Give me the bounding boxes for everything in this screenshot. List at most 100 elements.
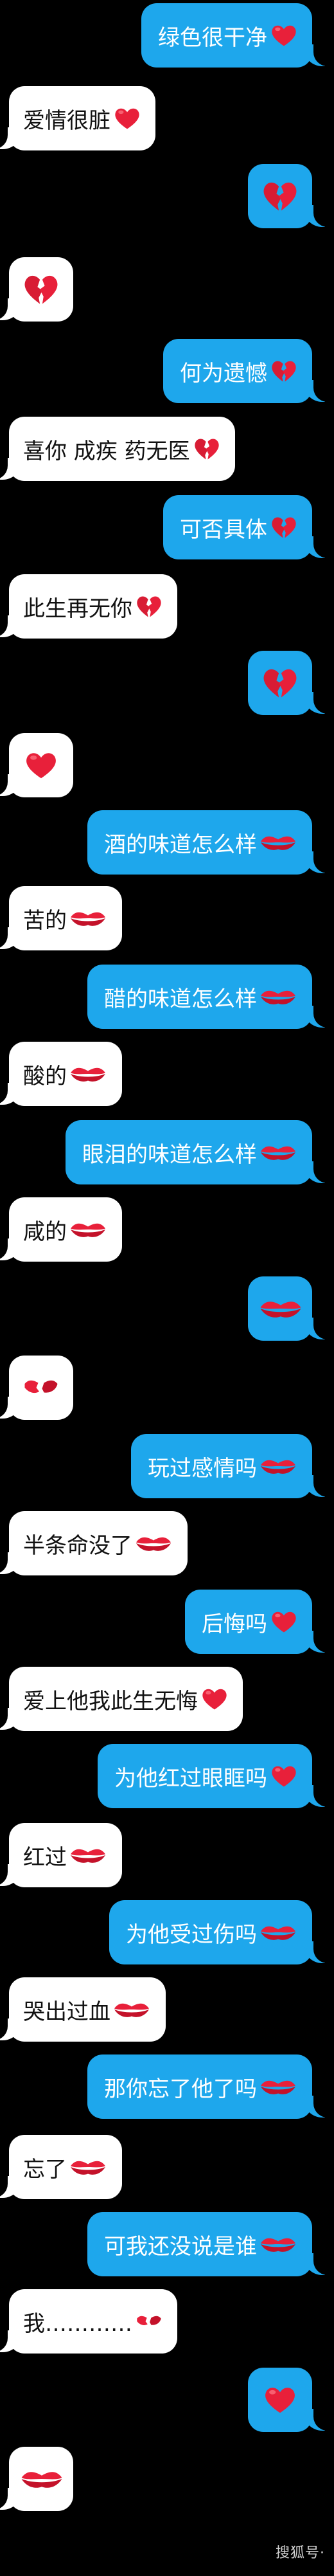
message-text: 酸的 [23, 1063, 67, 1089]
message-text: 爱上他我此生无悔 [23, 1688, 198, 1714]
sent-message-row: 绿色很干净 [0, 3, 334, 68]
watermark: 搜狐号· [276, 2545, 325, 2561]
received-bubble[interactable]: 爱情很脏 [9, 86, 155, 150]
received-message-row [0, 2447, 334, 2511]
sent-bubble[interactable]: 为他红过眼眶吗 [98, 1744, 312, 1808]
message-text: 玩过感情吗 [148, 1455, 257, 1482]
received-bubble[interactable]: 苦的 [9, 886, 122, 950]
lips-icon [110, 2000, 152, 2019]
received-bubble[interactable] [9, 1356, 73, 1420]
lips-icon [67, 1846, 108, 1865]
sent-message-row: 为他红过眼眶吗 [0, 1744, 334, 1808]
received-message-row: 哭出过血 [0, 1977, 334, 2042]
received-bubble[interactable]: 红过 [9, 1823, 122, 1887]
sent-message-row: 可我还没说是谁 [0, 2212, 334, 2276]
lips-icon [67, 909, 108, 928]
sent-bubble[interactable] [248, 651, 312, 715]
broken-heart-icon [261, 664, 299, 702]
message-text: 苦的 [23, 907, 67, 934]
message-text: 红过 [23, 1844, 67, 1871]
lips-icon [132, 1534, 173, 1553]
red-heart-icon [24, 748, 58, 783]
received-bubble[interactable]: 酸的 [9, 1042, 122, 1106]
red-heart-icon [263, 2382, 297, 2417]
received-message-row: 此生再无你 [0, 574, 334, 639]
received-message-row: 苦的 [0, 886, 334, 950]
sent-bubble[interactable]: 那你忘了他了吗 [87, 2054, 312, 2119]
sent-bubble[interactable]: 酒的味道怎么样 [87, 810, 312, 875]
received-bubble[interactable]: 忘了 [9, 2135, 122, 2199]
sent-bubble[interactable]: 可我还没说是谁 [87, 2212, 312, 2276]
received-bubble[interactable]: 喜你 成疾 药无医 [9, 417, 235, 481]
lips-icon [257, 1923, 298, 1942]
received-message-row [0, 257, 334, 322]
received-message-row: 酸的 [0, 1042, 334, 1106]
received-bubble[interactable] [9, 733, 73, 797]
sent-message-row: 何为遗憾 [0, 339, 334, 403]
sent-bubble[interactable] [248, 1276, 312, 1341]
sent-bubble[interactable]: 何为遗憾 [163, 339, 312, 403]
sent-message-row: 可否具体 [0, 495, 334, 559]
broken-heart-icon [132, 592, 163, 621]
message-text: 喜你 成疾 药无医 [23, 438, 190, 464]
received-message-row: 红过 [0, 1823, 334, 1887]
red-heart-icon [110, 104, 141, 132]
sent-message-row [0, 2368, 334, 2432]
sent-bubble[interactable] [248, 164, 312, 228]
received-bubble[interactable]: 爱上他我此生无悔 [9, 1667, 243, 1731]
message-text: 可否具体 [180, 516, 267, 543]
received-bubble[interactable]: 咸的 [9, 1197, 122, 1262]
lips-icon [18, 2466, 64, 2492]
lips-icon [257, 2235, 298, 2254]
received-bubble[interactable]: 半条命没了 [9, 1511, 188, 1575]
received-message-row [0, 1356, 334, 1420]
message-text: 此生再无你 [23, 595, 132, 622]
message-text: 可我还没说是谁 [104, 2233, 257, 2260]
sent-message-row: 后悔吗 [0, 1590, 334, 1654]
broken-lips-icon [22, 1368, 60, 1407]
red-heart-icon [267, 1608, 298, 1636]
received-message-row: 忘了 [0, 2135, 334, 2199]
lips-icon [257, 1456, 298, 1476]
message-text: 醋的味道怎么样 [104, 986, 257, 1012]
chat-thread: 绿色很干净爱情很脏何为遗憾喜你 成疾 药无医可否具体此生再无你酒的味道怎么样苦的… [0, 0, 334, 2576]
lips-icon [257, 833, 298, 852]
sent-message-row: 醋的味道怎么样 [0, 965, 334, 1029]
message-text: 绿色很干净 [158, 24, 267, 51]
sent-bubble[interactable]: 醋的味道怎么样 [87, 965, 312, 1029]
sent-bubble[interactable]: 可否具体 [163, 495, 312, 559]
received-message-row: 半条命没了 [0, 1511, 334, 1575]
received-bubble[interactable] [9, 257, 73, 322]
sent-bubble[interactable]: 眼泪的味道怎么样 [66, 1120, 312, 1184]
message-text: 半条命没了 [23, 1532, 132, 1559]
broken-lips-icon [132, 2307, 163, 2336]
received-bubble[interactable]: 哭出过血 [9, 1977, 166, 2042]
received-bubble[interactable] [9, 2447, 73, 2511]
lips-icon [257, 2077, 298, 2096]
sent-message-row: 那你忘了他了吗 [0, 2054, 334, 2119]
sent-bubble[interactable]: 为他受过伤吗 [109, 1900, 312, 1964]
broken-heart-icon [22, 270, 60, 309]
sent-bubble[interactable] [248, 2368, 312, 2432]
sent-message-row [0, 1276, 334, 1341]
message-text: 眼泪的味道怎么样 [82, 1141, 257, 1168]
received-bubble[interactable]: 此生再无你 [9, 574, 177, 639]
sent-bubble[interactable]: 玩过感情吗 [131, 1434, 312, 1498]
received-bubble[interactable]: 我………… [9, 2289, 177, 2354]
sent-bubble[interactable]: 后悔吗 [185, 1590, 312, 1654]
red-heart-icon [198, 1685, 229, 1713]
received-message-row: 爱情很脏 [0, 86, 334, 150]
broken-heart-icon [190, 435, 221, 463]
received-message-row: 爱上他我此生无悔 [0, 1667, 334, 1731]
sent-bubble[interactable]: 绿色很干净 [141, 3, 312, 68]
sent-message-row: 眼泪的味道怎么样 [0, 1120, 334, 1184]
sent-message-row: 玩过感情吗 [0, 1434, 334, 1498]
message-text: 为他红过眼眶吗 [114, 1765, 267, 1791]
message-text: 我………… [23, 2310, 132, 2337]
message-text: 爱情很脏 [23, 107, 110, 134]
sent-message-row [0, 164, 334, 228]
sent-message-row: 酒的味道怎么样 [0, 810, 334, 875]
received-message-row [0, 733, 334, 797]
lips-icon [257, 1143, 298, 1162]
lips-icon [67, 1220, 108, 1239]
